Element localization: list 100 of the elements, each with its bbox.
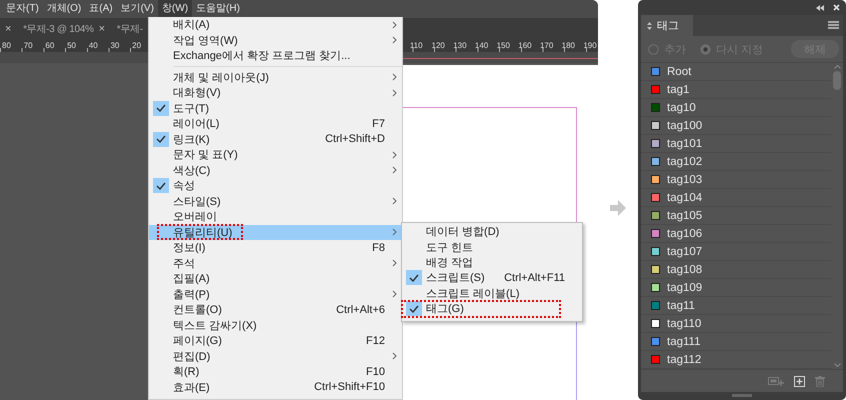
tag-name[interactable]: tag112 xyxy=(667,354,702,366)
tag-name[interactable]: tag1 xyxy=(667,84,690,96)
menu-item-label: 획(R) xyxy=(173,365,200,380)
tag-name[interactable]: tag100 xyxy=(667,120,702,132)
right-arrow-icon xyxy=(610,200,626,216)
add-icon[interactable] xyxy=(794,376,805,386)
tag-name[interactable]: tag102 xyxy=(667,156,702,168)
menu-item[interactable]: 레이어(L) F7 xyxy=(149,116,402,132)
menu-item-label: 출력(P) xyxy=(173,288,210,302)
menu-item[interactable]: Exchange에서 확장 프로그램 찾기... xyxy=(149,48,402,64)
menu-item[interactable]: 링크(K) Ctrl+Shift+D xyxy=(149,132,402,147)
tag-name[interactable]: tag11 xyxy=(667,300,695,312)
ruler-label: 20 xyxy=(131,40,142,52)
menu-item[interactable]: 텍스트 감싸기(X) xyxy=(149,318,402,333)
menu-item-label: 배경 작업 xyxy=(426,256,474,270)
ruler-label: 60 xyxy=(44,40,56,52)
scroll-up-icon[interactable] xyxy=(834,65,840,69)
ruler-label: 140 xyxy=(474,40,490,52)
menu-item[interactable]: 획(R) F10 xyxy=(149,364,402,380)
tag-name[interactable]: tag10 xyxy=(667,102,696,114)
shortcut-text: Ctrl+Shift+D xyxy=(325,133,385,146)
menu-item[interactable]: 태그(G) xyxy=(402,300,582,316)
menu-item-label: 효과(E) xyxy=(173,380,210,395)
tag-name[interactable]: tag111 xyxy=(667,336,700,348)
menu-item-label: 데이터 병합(D) xyxy=(426,225,500,240)
menu-item[interactable]: 주석 xyxy=(149,256,402,271)
menu-item[interactable]: 유틸리티(U) xyxy=(149,224,402,240)
menu-bar-item[interactable]: 표(A) xyxy=(85,0,117,18)
menu-item-label: 오버레이 xyxy=(173,210,217,224)
menu-item-label: 페이지(G) xyxy=(173,334,222,348)
menu-item[interactable]: 페이지(G) F12 xyxy=(149,333,402,348)
menu-item[interactable]: 작업 영역(W) xyxy=(149,32,402,48)
tag-name[interactable]: tag105 xyxy=(667,210,702,222)
menu-item[interactable]: 정보(I) F8 xyxy=(149,240,402,256)
menu-icon[interactable] xyxy=(828,21,839,29)
menu-bar-item[interactable]: 창(W) xyxy=(158,0,192,18)
ruler-label: 70 xyxy=(22,40,34,52)
menu-item[interactable]: 속성 xyxy=(149,178,402,194)
ruler-label: 80 xyxy=(1,40,12,52)
menu-item[interactable]: 도구(T) xyxy=(149,100,402,116)
close-icon[interactable]: × xyxy=(98,23,105,35)
menu-item-label: 문자 및 표(Y) xyxy=(173,148,238,162)
tag-name[interactable]: tag101 xyxy=(667,138,702,150)
menu-item-label: 도구(T) xyxy=(173,102,210,116)
menu-bar-item[interactable]: 개체(O) xyxy=(42,0,86,18)
shortcut-text: F8 xyxy=(372,242,385,254)
ruler-label: 50 xyxy=(66,40,77,52)
menu-item[interactable]: 스크립트 레이블(L) xyxy=(402,286,582,301)
tag-name[interactable]: tag107 xyxy=(667,246,702,258)
menu-item[interactable]: 배치(A) xyxy=(149,17,402,32)
document-tab[interactable]: *무제-3 @ 104% xyxy=(23,22,94,36)
menu-item-label: 태그(G) xyxy=(426,302,464,316)
menu-item[interactable]: 집필(A) xyxy=(149,271,402,286)
menu-item[interactable]: 색상(C) xyxy=(149,162,402,178)
menu-item[interactable]: 대화형(V) xyxy=(149,85,402,100)
panel-tab[interactable]: 태그 xyxy=(641,15,693,36)
menu-item[interactable]: 도구 힌트 xyxy=(402,239,582,255)
scrollbar-thumb[interactable] xyxy=(833,71,841,90)
shortcut-text: Ctrl+Alt+6 xyxy=(336,304,385,316)
menu-item[interactable]: 효과(E) Ctrl+Shift+F10 xyxy=(149,380,402,395)
tag-name[interactable]: tag106 xyxy=(667,228,702,240)
menu-item-label: 도구 힌트 xyxy=(426,240,474,255)
menu-item[interactable]: 출력(P) xyxy=(149,286,402,302)
menu-item-label: 컨트롤(O) xyxy=(173,303,222,318)
tag-name[interactable]: tag103 xyxy=(667,174,702,186)
tag-name[interactable]: tag110 xyxy=(667,318,702,330)
ruler-label: 40 xyxy=(88,40,99,52)
menu-item-label: 링크(K) xyxy=(173,132,210,147)
collapse-icon[interactable] xyxy=(816,4,824,10)
menu-item[interactable]: 스타일(S) xyxy=(149,194,402,209)
menu-bar-item[interactable]: 문자(T) xyxy=(2,0,43,18)
menu-bar-item[interactable]: 도움말(H) xyxy=(192,0,244,18)
menu-item[interactable]: 스크립트(S) Ctrl+Alt+F11 xyxy=(402,270,582,286)
close-icon[interactable]: × xyxy=(5,23,12,35)
menu-item-label: 유틸리티(U) xyxy=(173,226,232,240)
ruler-label: 180 xyxy=(560,40,576,52)
menu-item[interactable]: 컨트롤(O) Ctrl+Alt+6 xyxy=(149,302,402,318)
tag-name[interactable]: tag109 xyxy=(667,282,702,294)
tag-name[interactable]: tag108 xyxy=(667,264,702,276)
menu-item-label: 스크립트 레이블(L) xyxy=(426,286,520,301)
menu-item[interactable]: 문자 및 표(Y) xyxy=(149,147,402,162)
document-tab[interactable]: *무제- xyxy=(116,22,143,36)
menu-item[interactable]: 편집(D) xyxy=(149,348,402,364)
ruler-label: 30 xyxy=(109,40,120,52)
menu-item[interactable]: 개체 및 레이아웃(J) xyxy=(149,70,402,85)
close-icon[interactable] xyxy=(833,4,840,11)
ruler-label: 160 xyxy=(517,40,533,52)
menu-bar-item[interactable]: 보기(V) xyxy=(116,0,158,18)
tag-name[interactable]: tag104 xyxy=(667,192,702,204)
ruler-label: 170 xyxy=(538,40,554,52)
scroll-down-icon[interactable] xyxy=(834,363,840,367)
tag-name[interactable]: Root xyxy=(667,66,692,78)
ruler-label: 190 xyxy=(582,40,598,52)
menu-item-label: Exchange에서 확장 프로그램 찾기... xyxy=(173,49,350,64)
menu-item-label: 스타일(S) xyxy=(173,194,221,209)
menu-item[interactable]: 데이터 병합(D) xyxy=(402,224,582,240)
menu-item[interactable]: 배경 작업 xyxy=(402,254,582,270)
ruler-label: 150 xyxy=(496,40,511,52)
menu-item[interactable]: 오버레이 xyxy=(149,209,402,224)
shortcut-text: F12 xyxy=(366,334,385,347)
